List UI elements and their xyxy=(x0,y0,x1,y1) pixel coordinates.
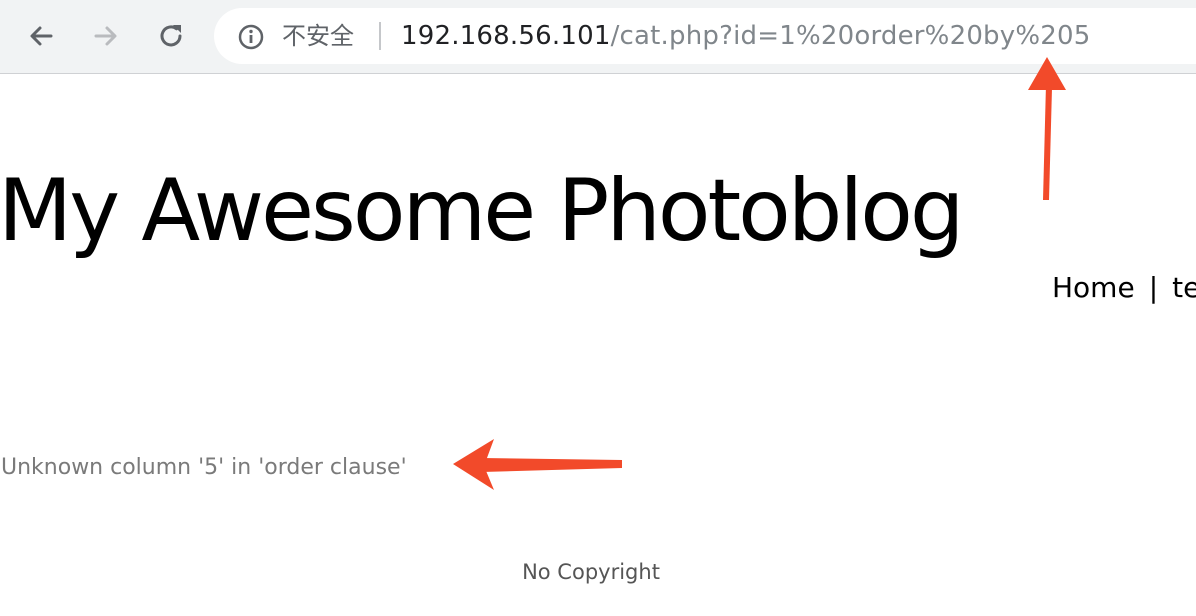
nav-link-next[interactable]: te xyxy=(1172,271,1196,304)
sql-error-message: Unknown column '5' in 'order clause' xyxy=(1,455,407,480)
footer-copyright: No Copyright xyxy=(522,560,660,584)
url-host: 192.168.56.101 xyxy=(401,21,611,51)
annotation-arrow-up xyxy=(1028,57,1066,200)
nav-separator: | xyxy=(1148,271,1159,304)
annotation-overlay xyxy=(453,57,1066,490)
annotation-arrow-left xyxy=(453,439,622,490)
browser-toolbar: 不安全 192.168.56.101/cat.php?id=1%20order%… xyxy=(0,0,1196,74)
back-arrow-icon[interactable] xyxy=(25,20,57,52)
info-icon[interactable] xyxy=(237,23,265,51)
address-separator xyxy=(379,22,381,50)
url-text[interactable]: 192.168.56.101/cat.php?id=1%20order%20by… xyxy=(401,20,1090,52)
url-path: /cat.php?id=1%20order%20by%205 xyxy=(610,21,1091,51)
security-status-label: 不安全 xyxy=(282,22,354,50)
site-title: My Awesome Photoblog xyxy=(0,161,964,261)
reload-icon[interactable] xyxy=(155,20,187,52)
site-nav: Home | te xyxy=(1052,268,1196,308)
forward-arrow-icon[interactable] xyxy=(90,20,122,52)
address-bar[interactable]: 不安全 192.168.56.101/cat.php?id=1%20order%… xyxy=(214,8,1196,64)
nav-link-home[interactable]: Home xyxy=(1052,271,1135,304)
